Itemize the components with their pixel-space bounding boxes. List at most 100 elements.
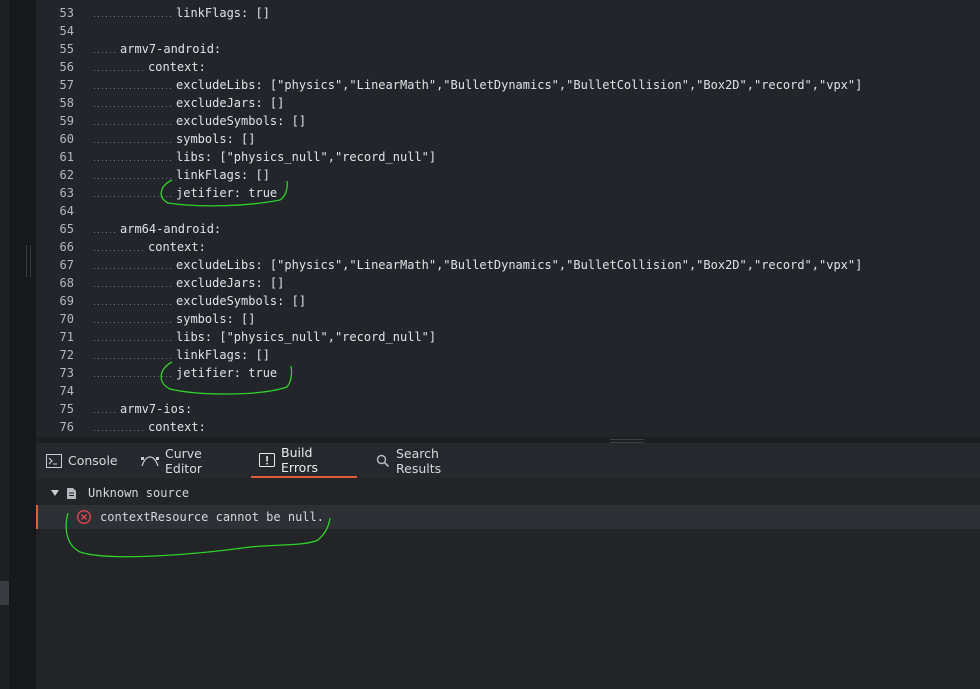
tab-curve-editor-label: Curve Editor bbox=[165, 445, 202, 476]
error-source-row[interactable]: Unknown source bbox=[36, 481, 980, 505]
line-number[interactable]: 63 bbox=[36, 184, 74, 202]
line-number[interactable]: 73 bbox=[36, 364, 74, 382]
code-line[interactable]: 71 libs: ["physics_null","record_null"] bbox=[36, 328, 980, 346]
tab-build-errors[interactable]: Build Errors bbox=[251, 443, 357, 478]
search-icon bbox=[376, 454, 390, 468]
code-text: linkFlags: [] bbox=[176, 168, 270, 182]
code-text: excludeJars: [] bbox=[176, 276, 285, 290]
code-text: excludeLibs: ["physics","LinearMath","Bu… bbox=[176, 78, 863, 92]
indent-guide bbox=[94, 16, 172, 17]
code-text: jetifier: true bbox=[176, 366, 278, 380]
code-line[interactable]: 59 excludeSymbols: [] bbox=[36, 112, 980, 130]
code-line[interactable]: 55 armv7-android: bbox=[36, 40, 980, 58]
line-number[interactable]: 67 bbox=[36, 256, 74, 274]
curve-icon bbox=[141, 454, 159, 468]
line-number[interactable]: 55 bbox=[36, 40, 74, 58]
code-text: symbols: [] bbox=[176, 132, 256, 146]
line-number[interactable]: 75 bbox=[36, 400, 74, 418]
warning-icon bbox=[259, 452, 275, 467]
indent-guide bbox=[94, 286, 172, 287]
code-text: excludeSymbols: [] bbox=[176, 114, 307, 128]
code-line[interactable]: 70 symbols: [] bbox=[36, 310, 980, 328]
indent-guide bbox=[94, 250, 144, 251]
line-number[interactable]: 56 bbox=[36, 58, 74, 76]
line-number[interactable]: 66 bbox=[36, 238, 74, 256]
code-line[interactable]: 69 excludeSymbols: [] bbox=[36, 292, 980, 310]
code-text: linkFlags: [] bbox=[176, 6, 270, 20]
line-number[interactable]: 58 bbox=[36, 94, 74, 112]
code-line[interactable]: 67 excludeLibs: ["physics","LinearMath","… bbox=[36, 256, 980, 274]
line-number[interactable]: 59 bbox=[36, 112, 74, 130]
indent-guide bbox=[94, 232, 116, 233]
code-line[interactable]: 60 symbols: [] bbox=[36, 130, 980, 148]
line-number[interactable]: 62 bbox=[36, 166, 74, 184]
tab-build-errors-label: Build Errors bbox=[281, 444, 318, 475]
code-line[interactable]: 54 bbox=[36, 22, 980, 40]
code-line[interactable]: 76 context: bbox=[36, 418, 980, 436]
code-line[interactable]: 62 linkFlags: [] bbox=[36, 166, 980, 184]
code-text: libs: ["physics_null","record_null"] bbox=[176, 330, 437, 344]
line-number[interactable]: 74 bbox=[36, 382, 74, 400]
code-line[interactable]: 61 libs: ["physics_null","record_null"] bbox=[36, 148, 980, 166]
error-circle-icon bbox=[76, 505, 92, 537]
indent-guide bbox=[94, 160, 172, 161]
code-line[interactable]: 57 excludeLibs: ["physics","LinearMath","… bbox=[36, 76, 980, 94]
code-line[interactable]: 75 armv7-ios: bbox=[36, 400, 980, 418]
code-line[interactable]: 74 bbox=[36, 382, 980, 400]
code-text: armv7-android: bbox=[120, 42, 222, 56]
indent-guide bbox=[94, 304, 172, 305]
indent-guide bbox=[94, 52, 116, 53]
line-number[interactable]: 72 bbox=[36, 346, 74, 364]
code-text: context: bbox=[148, 240, 206, 254]
code-line[interactable]: 66 context: bbox=[36, 238, 980, 256]
outer-scrollbar-thumb[interactable] bbox=[0, 581, 9, 605]
code-line[interactable]: 64 bbox=[36, 202, 980, 220]
error-item[interactable]: contextResource cannot be null. bbox=[36, 505, 980, 529]
indent-guide bbox=[94, 142, 172, 143]
code-text: libs: ["physics_null","record_null"] bbox=[176, 150, 437, 164]
error-source-label: Unknown source bbox=[88, 486, 190, 500]
code-text: symbols: [] bbox=[176, 312, 256, 326]
panel-resize-grip[interactable] bbox=[26, 245, 31, 277]
code-line[interactable]: 56 context: bbox=[36, 58, 980, 76]
code-editor[interactable]: 53 linkFlags: [] 54 55 armv7-android: 56 conte… bbox=[36, 0, 980, 437]
indent-guide bbox=[94, 358, 172, 359]
code-line[interactable]: 68 excludeJars: [] bbox=[36, 274, 980, 292]
indent-guide bbox=[94, 196, 172, 197]
line-number[interactable]: 65 bbox=[36, 220, 74, 238]
build-errors-panel: Unknown source contextResource cannot be… bbox=[36, 478, 980, 689]
line-number[interactable]: 53 bbox=[36, 4, 74, 22]
code-line[interactable]: 58 excludeJars: [] bbox=[36, 94, 980, 112]
indent-guide bbox=[94, 412, 116, 413]
line-number[interactable]: 71 bbox=[36, 328, 74, 346]
line-number[interactable]: 69 bbox=[36, 292, 74, 310]
terminal-icon bbox=[46, 453, 62, 468]
tab-search-results[interactable]: Search Results bbox=[368, 443, 490, 478]
code-text: armv7-ios: bbox=[120, 402, 193, 416]
code-text: context: bbox=[148, 420, 206, 434]
code-line[interactable]: 63 jetifier: true bbox=[36, 184, 980, 202]
tab-console[interactable]: Console bbox=[38, 443, 128, 478]
line-number[interactable]: 60 bbox=[36, 130, 74, 148]
indent-guide bbox=[94, 88, 172, 89]
line-number[interactable]: 70 bbox=[36, 310, 74, 328]
indent-guide bbox=[94, 178, 172, 179]
line-number[interactable]: 64 bbox=[36, 202, 74, 220]
indent-guide bbox=[94, 430, 144, 431]
indent-guide bbox=[94, 340, 172, 341]
code-line[interactable]: 65 arm64-android: bbox=[36, 220, 980, 238]
line-number[interactable]: 76 bbox=[36, 418, 74, 436]
line-number[interactable]: 54 bbox=[36, 22, 74, 40]
line-number[interactable]: 57 bbox=[36, 76, 74, 94]
code-line[interactable]: 53 linkFlags: [] bbox=[36, 4, 980, 22]
error-message: contextResource cannot be null. bbox=[100, 510, 324, 524]
line-number[interactable]: 68 bbox=[36, 274, 74, 292]
tab-curve-editor[interactable]: Curve Editor bbox=[133, 443, 245, 478]
tab-console-label: Console bbox=[68, 453, 118, 468]
indent-guide bbox=[94, 106, 172, 107]
code-text: jetifier: true bbox=[176, 186, 278, 200]
line-number[interactable]: 61 bbox=[36, 148, 74, 166]
code-line[interactable]: 72 linkFlags: [] bbox=[36, 346, 980, 364]
code-line[interactable]: 73 jetifier: true bbox=[36, 364, 980, 382]
indent-guide bbox=[94, 124, 172, 125]
